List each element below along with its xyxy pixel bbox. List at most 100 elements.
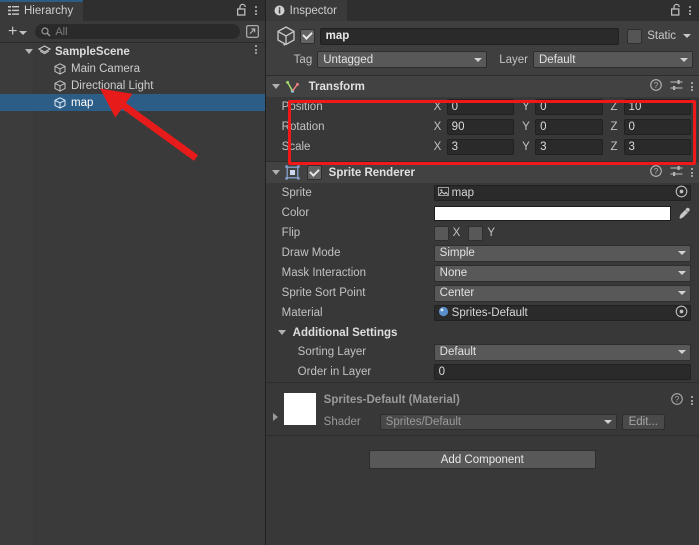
kebab-menu-icon[interactable]	[254, 6, 257, 15]
svg-text:?: ?	[675, 395, 680, 404]
order-in-layer-row: Order in Layer 0	[266, 362, 699, 382]
preset-icon[interactable]	[670, 165, 683, 180]
transform-component: Transform ? Position X 0 Y 0 Z 10 Rotati…	[265, 75, 699, 157]
tabbar-spacer	[83, 0, 237, 21]
hierarchy-search-placeholder: All	[55, 25, 68, 38]
lock-open-icon[interactable]	[670, 3, 682, 19]
sprite-asset-icon	[437, 186, 449, 200]
transform-rotation-row: Rotation X 90 Y 0 Z 0	[266, 117, 699, 137]
lock-open-icon[interactable]	[236, 3, 248, 19]
material-preview-foldout-chevron-right-icon[interactable]	[270, 391, 282, 421]
kebab-menu-icon[interactable]	[254, 45, 257, 54]
hierarchy-row-samplescene[interactable]: SampleScene	[0, 43, 265, 60]
chevron-down-icon	[678, 251, 686, 255]
additional-settings-foldout[interactable]: Additional Settings	[266, 323, 699, 342]
tab-hierarchy-label: Hierarchy	[24, 4, 74, 17]
kebab-menu-icon[interactable]	[691, 82, 693, 91]
axis-y-label: Y	[522, 141, 530, 153]
eyedropper-icon[interactable]	[677, 207, 692, 220]
scale-y-input[interactable]: 3	[535, 139, 603, 155]
shader-dropdown[interactable]: Sprites/Default	[379, 414, 617, 430]
preset-icon[interactable]	[670, 79, 683, 94]
shader-edit-button[interactable]: Edit...	[621, 414, 665, 430]
mask-interaction-label: Mask Interaction	[281, 267, 367, 279]
rotation-y-value: 0	[540, 121, 547, 133]
mask-interaction-dropdown[interactable]: None	[433, 264, 691, 282]
transform-header[interactable]: Transform ?	[265, 76, 699, 97]
draw-mode-row: Draw Mode Simple	[266, 243, 699, 263]
tag-dropdown[interactable]: Untagged	[317, 51, 488, 68]
kebab-menu-icon[interactable]	[691, 168, 693, 177]
tab-hierarchy[interactable]: Hierarchy	[0, 0, 84, 21]
transform-foldout-chevron-down-icon[interactable]	[270, 84, 283, 89]
hierarchy-row-directional-light[interactable]: Directional Light	[0, 77, 265, 94]
color-row: Color	[266, 203, 699, 223]
inspector-body: map Static Tag Untagged Layer Default Tr…	[265, 21, 699, 545]
open-in-new-icon[interactable]	[245, 24, 261, 39]
gameobject-enabled-checkbox[interactable]	[299, 28, 315, 44]
position-y-input[interactable]: 0	[535, 99, 603, 115]
sprite-renderer-header[interactable]: Sprite Renderer ?	[265, 162, 699, 183]
draw-mode-dropdown[interactable]: Simple	[433, 244, 691, 262]
chevron-down-icon[interactable]	[22, 49, 36, 54]
tab-inspector[interactable]: Inspector	[265, 0, 347, 21]
layer-dropdown[interactable]: Default	[533, 51, 693, 68]
add-gameobject-button[interactable]: +	[4, 23, 31, 40]
kebab-menu-icon[interactable]	[689, 6, 691, 15]
material-shader-row: Shader Sprites/Default Edit...	[324, 413, 665, 431]
object-picker-icon[interactable]	[675, 185, 688, 201]
order-in-layer-input[interactable]: 0	[433, 364, 691, 380]
sprite-sort-point-dropdown[interactable]: Center	[433, 284, 691, 302]
sorting-layer-dropdown[interactable]: Default	[433, 343, 691, 361]
gameobject-cube-icon	[52, 62, 68, 75]
material-preview-details: Sprites-Default (Material) Shader Sprite…	[324, 391, 665, 431]
help-icon[interactable]: ?	[650, 165, 662, 180]
hierarchy-row-label: Directional Light	[71, 79, 154, 92]
sprite-row: Sprite map	[266, 183, 699, 203]
hierarchy-toolbar: + All	[0, 21, 265, 43]
layer-label: Layer	[499, 53, 528, 66]
chevron-down-icon	[19, 30, 28, 35]
tag-label: Tag	[293, 53, 313, 66]
scale-z-input[interactable]: 3	[623, 139, 691, 155]
axis-x-label: X	[433, 121, 442, 133]
additional-settings-chevron-down-icon[interactable]	[276, 330, 289, 335]
scale-x-input[interactable]: 3	[446, 139, 515, 155]
chevron-down-icon	[678, 271, 686, 275]
draw-mode-value: Simple	[439, 247, 475, 259]
sprite-renderer-enabled-checkbox[interactable]	[306, 165, 322, 180]
hierarchy-row-map[interactable]: map	[0, 94, 265, 111]
help-icon[interactable]: ?	[650, 79, 662, 94]
svg-text:?: ?	[654, 167, 659, 176]
svg-text:?: ?	[654, 81, 659, 90]
hierarchy-row-main-camera[interactable]: Main Camera	[0, 60, 265, 77]
transform-axis-icon	[283, 79, 303, 94]
static-checkbox[interactable]	[627, 28, 643, 44]
rotation-z-input[interactable]: 0	[623, 119, 691, 135]
material-object-field[interactable]: Sprites-Default	[433, 305, 691, 321]
order-in-layer-value: 0	[438, 366, 446, 378]
sprite-object-field[interactable]: map	[433, 185, 691, 201]
static-dropdown-chevron-down-icon[interactable]	[683, 34, 691, 38]
gameobject-name-input[interactable]: map	[319, 27, 620, 45]
position-x-input[interactable]: 0	[446, 99, 515, 115]
flip-x-checkbox[interactable]	[433, 225, 449, 241]
sorting-layer-label: Sorting Layer	[297, 346, 367, 358]
help-icon[interactable]: ?	[671, 393, 683, 408]
axis-x-label: X	[433, 101, 442, 113]
rotation-y-input[interactable]: 0	[535, 119, 603, 135]
chevron-down-icon	[678, 291, 686, 295]
position-z-input[interactable]: 10	[623, 99, 691, 115]
flip-y-label: Y	[487, 227, 496, 239]
transform-title: Transform	[308, 80, 365, 93]
hierarchy-search-input[interactable]: All	[35, 24, 240, 39]
add-component-button[interactable]: Add Component	[368, 450, 596, 469]
kebab-menu-icon[interactable]	[691, 396, 693, 405]
draw-mode-label: Draw Mode	[281, 247, 341, 259]
sprite-renderer-foldout-chevron-down-icon[interactable]	[270, 170, 283, 175]
rotation-x-input[interactable]: 90	[446, 119, 515, 135]
flip-y-checkbox[interactable]	[468, 225, 484, 241]
object-picker-icon[interactable]	[675, 305, 688, 321]
color-swatch-field[interactable]	[433, 205, 671, 221]
hierarchy-tree[interactable]: SampleScene Main Camera Directional Ligh…	[0, 43, 265, 545]
